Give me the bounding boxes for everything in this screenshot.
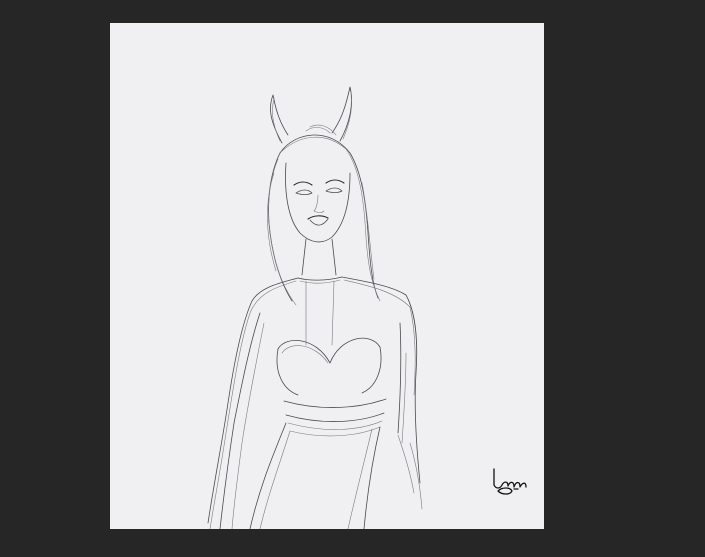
hair-sketch — [267, 124, 381, 306]
signature-mark — [493, 468, 527, 495]
sketch-drawing — [207, 86, 527, 529]
horns-sketch — [270, 86, 353, 144]
workspace — [0, 0, 705, 557]
drawing-canvas[interactable] — [110, 23, 544, 529]
face-sketch — [285, 162, 351, 243]
body-sketch — [207, 238, 423, 529]
